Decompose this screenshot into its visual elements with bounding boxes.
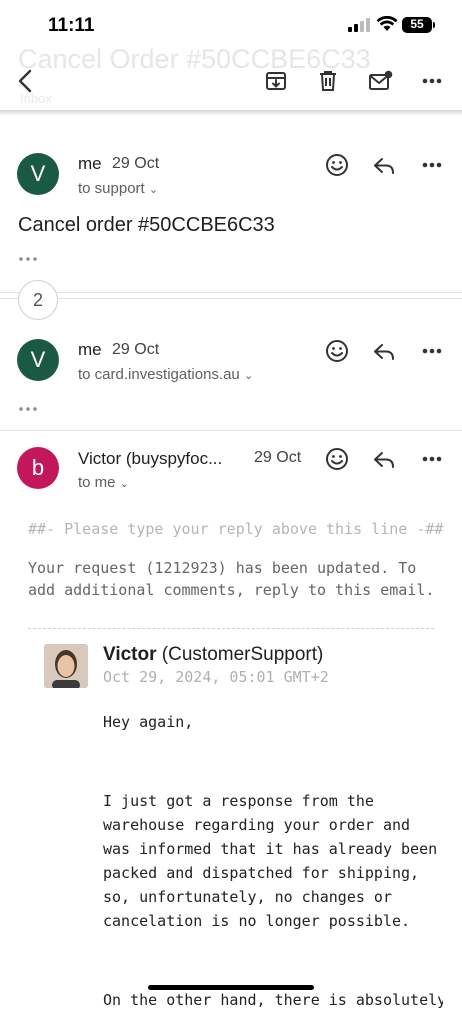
avatar-letter: V — [30, 161, 46, 186]
avatar-letter: V — [30, 347, 46, 372]
agent-photo — [44, 644, 88, 688]
avatar[interactable]: V — [17, 339, 59, 381]
mark-unread-icon[interactable] — [366, 66, 396, 96]
chevron-down-icon: ⌄ — [243, 370, 254, 382]
archive-icon[interactable] — [262, 67, 290, 95]
battery-icon: 55 — [402, 17, 435, 33]
wifi-icon — [376, 15, 398, 32]
sender-name: me — [78, 340, 102, 359]
trash-icon[interactable] — [314, 67, 342, 95]
message-date: 29 Oct — [112, 341, 160, 358]
recipient-details[interactable]: to support ⌄ — [78, 180, 158, 197]
sender-name: Victor (buyspyfoc... — [78, 449, 223, 468]
agent-name: Victor — [103, 644, 157, 665]
chevron-down-icon: ⌄ — [119, 478, 129, 490]
email-paragraph: I just got a response from the warehouse… — [103, 792, 438, 930]
sender-name: me — [78, 154, 102, 173]
recipient-details[interactable]: to me ⌄ — [78, 474, 129, 491]
recipient-text: to card.investigations.au — [78, 366, 240, 383]
avatar[interactable]: V — [17, 153, 59, 195]
emoji-reaction-icon[interactable] — [323, 337, 351, 365]
emoji-reaction-icon[interactable] — [323, 445, 351, 473]
request-update-text: Your request (1212923) has been updated.… — [28, 559, 435, 599]
agent-signature-name: Victor (CustomerSupport) — [103, 644, 323, 666]
avatar-letter: b — [31, 455, 45, 480]
reply-icon[interactable] — [371, 339, 397, 365]
emoji-reaction-icon[interactable] — [323, 151, 351, 179]
recipient-details[interactable]: to card.investigations.au ⌄ — [78, 366, 253, 383]
collapsed-divider — [0, 298, 462, 299]
reply-above-line-hint: ##- Please type your reply above this li… — [28, 520, 444, 538]
message-date: 29 Oct — [254, 449, 302, 466]
collapsed-messages-count[interactable]: 2 — [18, 280, 58, 320]
more-options-icon[interactable] — [418, 68, 446, 94]
more-options-icon[interactable] — [418, 446, 446, 472]
collapsed-divider — [0, 292, 462, 293]
reply-icon[interactable] — [371, 447, 397, 473]
avatar[interactable]: b — [17, 447, 59, 489]
agent-message-date: Oct 29, 2024, 05:01 GMT+2 — [103, 668, 329, 686]
email-greeting: Hey again, — [103, 713, 194, 731]
show-trimmed-content-icon[interactable] — [16, 252, 40, 266]
status-time: 11:11 — [48, 15, 95, 36]
dashed-separator — [28, 628, 434, 629]
home-indicator[interactable] — [148, 985, 314, 990]
agent-role: (CustomerSupport) — [161, 644, 324, 665]
reply-icon[interactable] — [371, 153, 397, 179]
message-divider — [0, 430, 462, 431]
signal-icon — [348, 18, 370, 32]
message-snippet[interactable]: Cancel order #50CCBE6C33 — [18, 214, 275, 237]
chevron-down-icon: ⌄ — [148, 184, 159, 196]
back-arrow-icon[interactable] — [10, 66, 40, 96]
header-divider — [0, 110, 462, 116]
recipient-text: to support — [78, 180, 145, 197]
message-date: 29 Oct — [112, 155, 160, 172]
recipient-text: to me — [78, 474, 116, 491]
more-options-icon[interactable] — [418, 152, 446, 178]
more-options-icon[interactable] — [418, 338, 446, 364]
show-trimmed-content-icon[interactable] — [16, 402, 40, 416]
email-paragraph: On the other hand, there is absolutely — [103, 991, 443, 1009]
